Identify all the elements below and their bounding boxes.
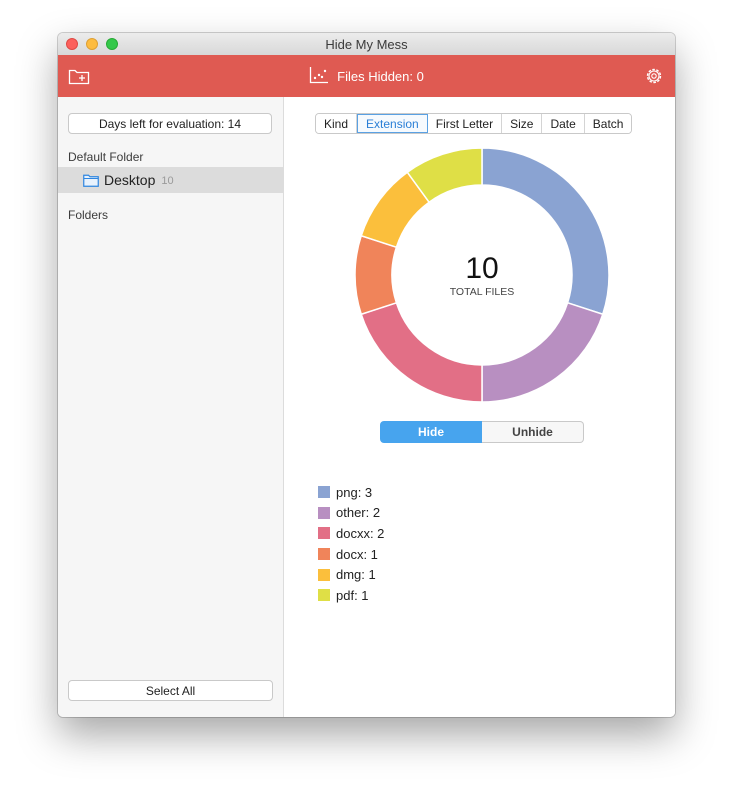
legend-label: docxx: 2 — [336, 525, 385, 541]
legend-label: png: 3 — [336, 484, 373, 500]
title-bar: Hide My Mess — [58, 33, 675, 56]
tab-batch[interactable]: Batch — [584, 114, 632, 133]
folder-file-count: 10 — [161, 175, 174, 187]
sidebar-item-desktop[interactable]: Desktop 10 — [58, 167, 283, 193]
slice-docx[interactable] — [354, 234, 398, 316]
legend-swatch — [318, 589, 330, 602]
legend-item-docx: docx: 1 — [318, 544, 384, 565]
legend-label: other: 2 — [336, 505, 381, 521]
legend-item-docxx: docxx: 2 — [318, 523, 384, 544]
legend-swatch — [318, 548, 330, 561]
total-files-label: TOTAL FILES — [450, 286, 515, 298]
legend-item-pdf: pdf: 1 — [318, 585, 384, 606]
extension-donut-chart: 10 TOTAL FILES — [354, 147, 610, 403]
legend-swatch — [318, 486, 330, 499]
tab-kind[interactable]: Kind — [316, 114, 358, 133]
tab-extension[interactable]: Extension — [357, 114, 428, 133]
slice-docxx[interactable] — [360, 301, 483, 403]
window-title: Hide My Mess — [325, 37, 408, 52]
tab-size[interactable]: Size — [502, 114, 543, 133]
tab-date[interactable]: Date — [542, 114, 585, 133]
grouping-tabs: Kind Extension First Letter Size Date Batch — [315, 113, 633, 134]
hide-button[interactable]: Hide — [380, 421, 482, 443]
legend-swatch — [318, 506, 330, 519]
toolbar: Files Hidden: 0 — [58, 55, 675, 97]
hide-unhide-toggle: Hide Unhide — [380, 421, 584, 443]
files-hidden-status: Files Hidden: 0 — [58, 55, 675, 97]
select-all-button[interactable]: Select All — [68, 680, 273, 701]
legend-item-other: other: 2 — [318, 503, 384, 524]
default-folder-heading: Default Folder — [68, 150, 144, 164]
folder-icon — [83, 174, 99, 187]
slice-other[interactable] — [481, 301, 604, 403]
sidebar: Days left for evaluation: 14 Default Fol… — [58, 97, 284, 717]
legend-label: docx: 1 — [336, 546, 378, 562]
files-hidden-label: Files Hidden: 0 — [337, 68, 424, 84]
total-files-count: 10 — [465, 252, 498, 285]
main-panel: Kind Extension First Letter Size Date Batch 1… — [284, 97, 675, 717]
legend-item-dmg: dmg: 1 — [318, 564, 384, 585]
legend-swatch — [318, 527, 330, 540]
folder-name: Desktop — [104, 172, 156, 188]
legend-label: dmg: 1 — [336, 567, 376, 583]
unhide-button[interactable]: Unhide — [482, 421, 584, 443]
tab-first-letter[interactable]: First Letter — [427, 114, 503, 133]
evaluation-button[interactable]: Days left for evaluation: 14 — [68, 113, 272, 134]
legend-label: pdf: 1 — [336, 587, 369, 603]
scatter-chart-icon — [309, 66, 329, 87]
gear-icon[interactable] — [641, 55, 667, 97]
legend-swatch — [318, 568, 330, 581]
legend-item-png: png: 3 — [318, 482, 384, 503]
folders-heading: Folders — [68, 208, 109, 222]
app-window: Hide My Mess Files Hidden: 0 Days left f… — [58, 33, 675, 717]
chart-legend: png: 3 other: 2 docxx: 2 docx: 1 dmg: 1 pdf: … — [318, 482, 384, 606]
